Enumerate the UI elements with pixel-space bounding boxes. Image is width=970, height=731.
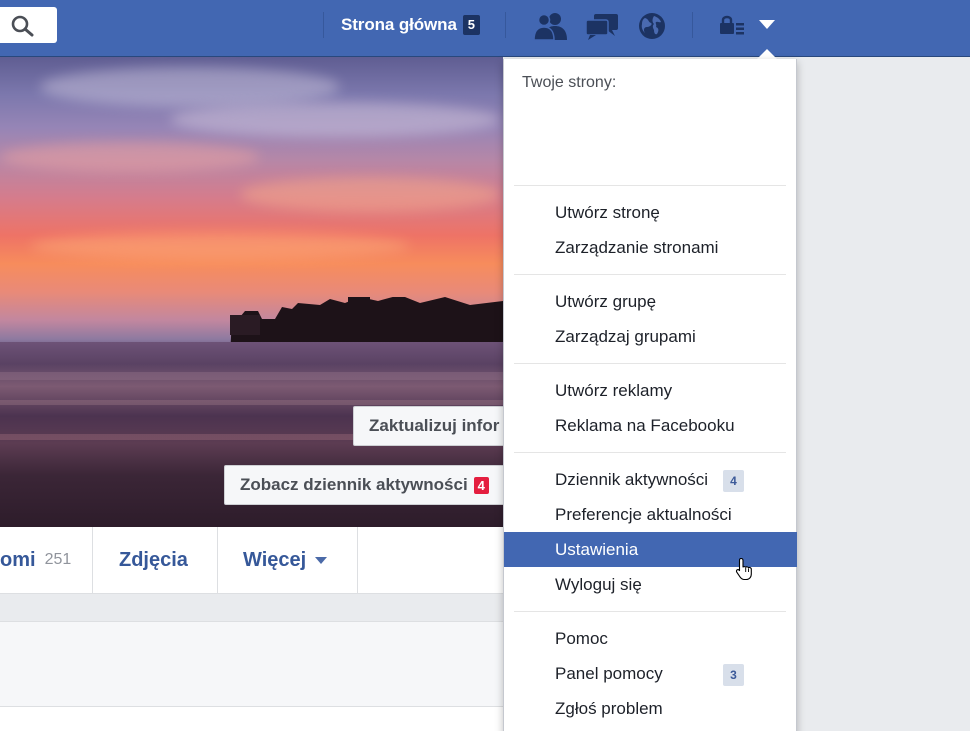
dropdown-pointer	[757, 49, 777, 59]
tab-more[interactable]: Więcej	[243, 527, 328, 593]
menu-divider	[514, 611, 786, 612]
tab-more-label: Więcej	[243, 548, 307, 571]
help-inbox-count-badge: 3	[723, 664, 744, 686]
messages-icon[interactable]	[585, 11, 619, 41]
tab-friends[interactable]: omi 251	[0, 527, 71, 593]
menu-item-label: Zarządzaj grupami	[555, 326, 696, 346]
menu-divider	[514, 363, 786, 364]
profile-tabs: omi 251 Zdjęcia Więcej	[0, 527, 503, 594]
menu-item-label: Zgłoś problem	[555, 698, 663, 718]
menu-item-help-inbox[interactable]: Panel pomocy 3	[504, 656, 797, 691]
notifications-globe-icon[interactable]	[637, 11, 667, 41]
menu-divider	[514, 274, 786, 275]
menu-item-label: Panel pomocy	[555, 663, 663, 683]
account-menu-caret-icon[interactable]	[759, 20, 775, 29]
tab-photos[interactable]: Zdjęcia	[119, 527, 188, 593]
menu-item-label: Ustawienia	[555, 539, 639, 559]
tab-divider	[357, 527, 358, 593]
tab-divider	[217, 527, 218, 593]
menu-item-label: Utwórz stronę	[555, 202, 660, 222]
menu-item-label: Utwórz grupę	[555, 291, 657, 311]
menu-item-label: Pomoc	[555, 628, 608, 648]
friends-count: 251	[44, 551, 72, 568]
menu-item-label: Zarządzanie stronami	[555, 237, 719, 257]
activity-log-label: Zobacz dziennik aktywności	[240, 475, 468, 494]
home-label: Strona główna	[341, 15, 457, 34]
activity-log-badge: 4	[473, 476, 489, 494]
menu-item-label: Dziennik aktywności	[555, 469, 709, 489]
topbar-divider	[323, 12, 324, 38]
menu-item-label: Utwórz reklamy	[555, 380, 673, 400]
update-info-button[interactable]: Zaktualizuj infor	[353, 406, 503, 446]
menu-item-label: Reklama na Facebooku	[555, 415, 735, 435]
search-icon	[11, 15, 34, 37]
account-dropdown-menu: Twoje strony: Utwórz stronę Zarządzanie …	[503, 59, 797, 731]
menu-divider	[514, 185, 786, 186]
menu-item-news-feed-preferences[interactable]: Preferencje aktualności	[504, 497, 797, 532]
update-info-label: Zaktualizuj infor	[369, 416, 500, 435]
profile-content-panel	[0, 707, 503, 731]
topbar-divider	[692, 12, 693, 38]
menu-item-manage-pages[interactable]: Zarządzanie stronami	[504, 230, 797, 265]
friends-icon[interactable]	[533, 11, 569, 41]
activity-log-count-badge: 4	[723, 470, 744, 492]
menu-divider	[514, 452, 786, 453]
menu-item-help[interactable]: Pomoc	[504, 621, 797, 656]
menu-item-create-group[interactable]: Utwórz grupę	[504, 284, 797, 319]
chevron-down-icon	[315, 556, 328, 564]
menu-item-facebook-advertising[interactable]: Reklama na Facebooku	[504, 408, 797, 443]
menu-item-label: Wyloguj się	[555, 574, 642, 594]
menu-item-report-problem[interactable]: Zgłoś problem	[504, 691, 797, 726]
topbar-divider	[505, 12, 506, 38]
home-link[interactable]: Strona główna 5	[341, 14, 480, 36]
tab-divider	[92, 527, 93, 593]
menu-item-create-page[interactable]: Utwórz stronę	[504, 195, 797, 230]
activity-log-button[interactable]: Zobacz dziennik aktywności 4	[224, 465, 503, 505]
home-count-badge: 5	[462, 15, 480, 35]
hand-pointer-cursor-icon	[735, 557, 752, 581]
menu-item-label: Preferencje aktualności	[555, 504, 732, 524]
menu-item-activity-log[interactable]: Dziennik aktywności 4	[504, 462, 797, 497]
profile-content-panel	[0, 621, 503, 707]
top-navigation-bar: Strona główna 5	[0, 0, 970, 57]
cover-photo: Zaktualizuj infor Zobacz dziennik aktywn…	[0, 57, 503, 527]
tab-friends-label: omi	[0, 548, 36, 571]
privacy-lock-icon[interactable]	[719, 15, 745, 35]
menu-item-manage-groups[interactable]: Zarządzaj grupami	[504, 319, 797, 354]
tab-photos-label: Zdjęcia	[119, 548, 188, 571]
menu-item-create-ads[interactable]: Utwórz reklamy	[504, 373, 797, 408]
search-button[interactable]	[0, 7, 57, 43]
your-pages-header: Twoje strony:	[522, 74, 617, 91]
